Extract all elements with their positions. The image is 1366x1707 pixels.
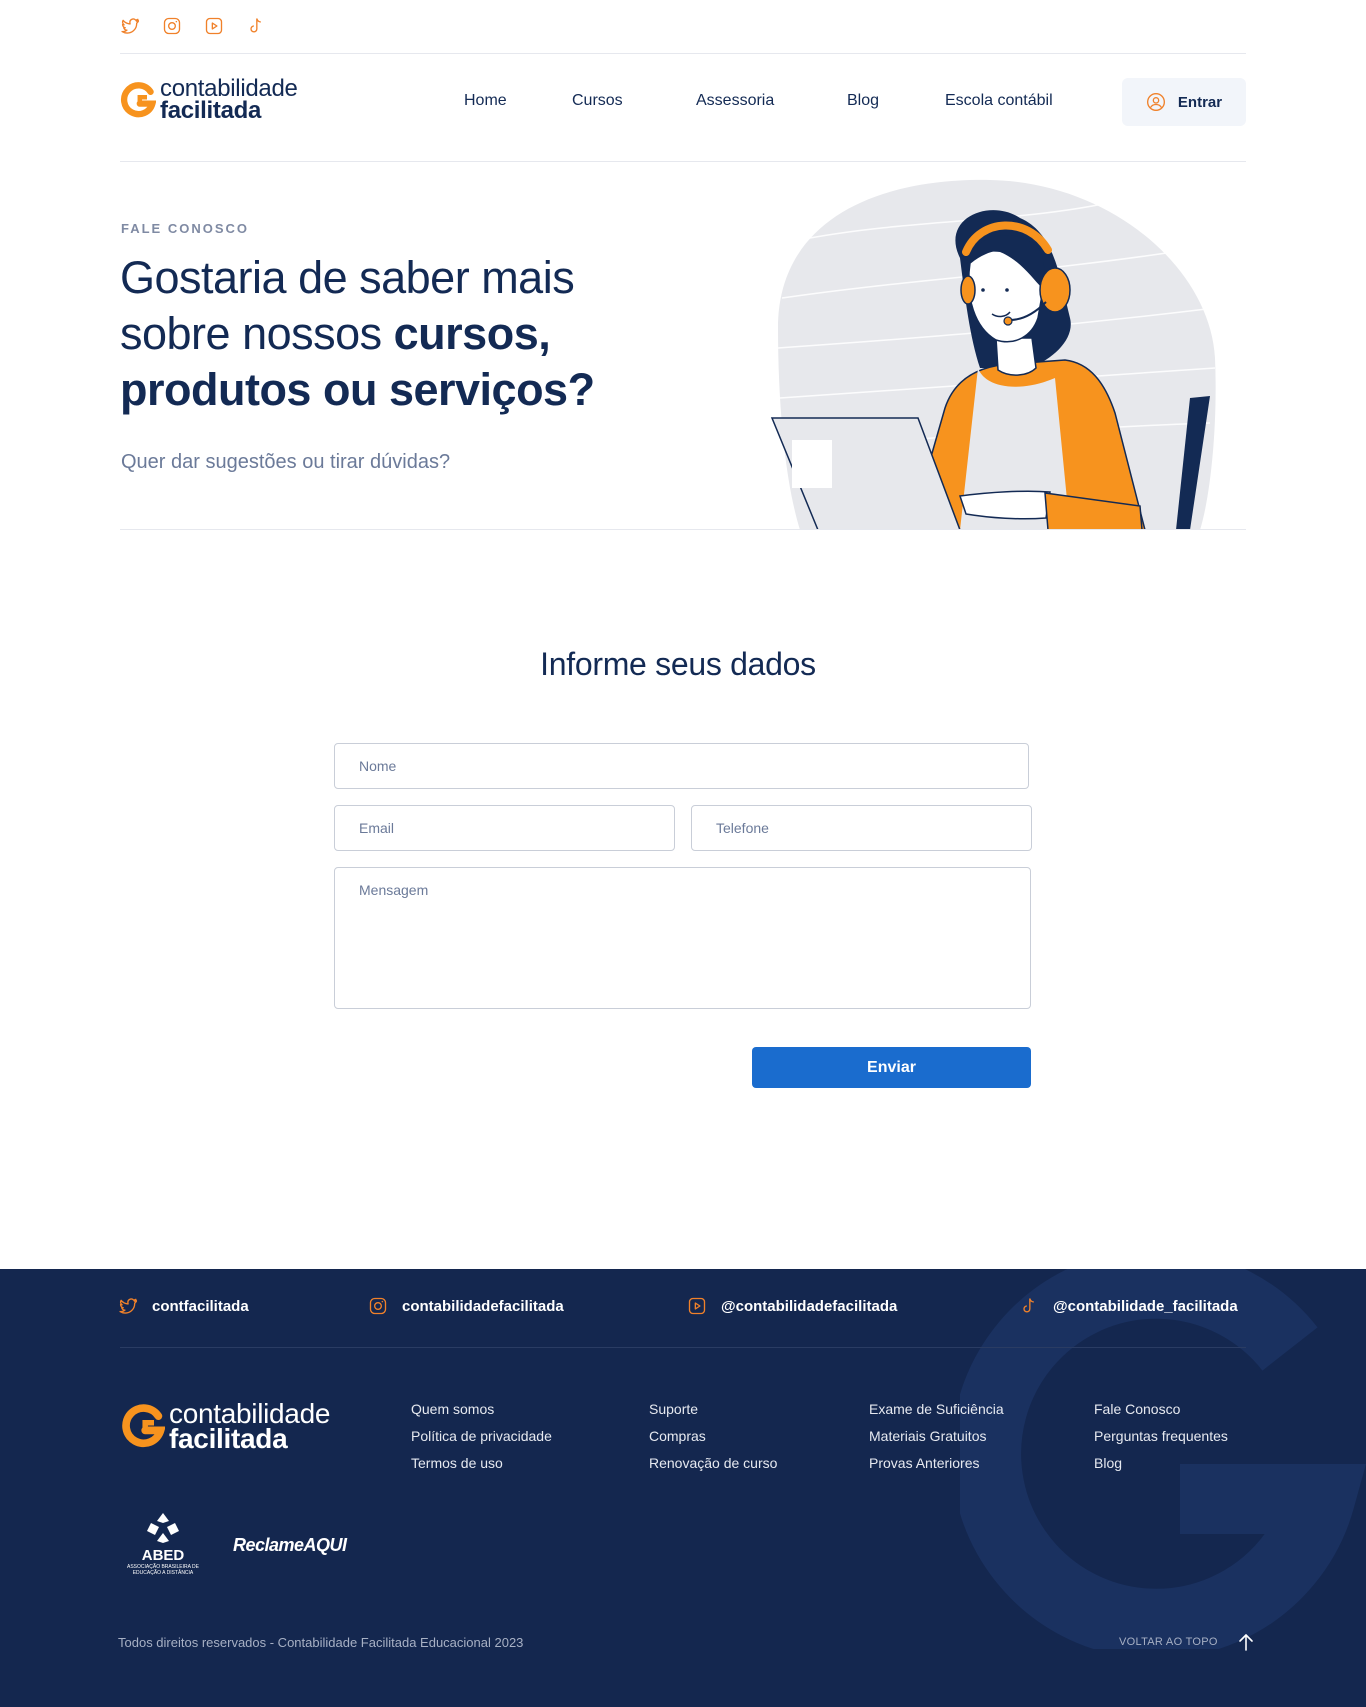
footer-column-contact: Fale Conosco Perguntas frequentes Blog bbox=[1094, 1401, 1228, 1472]
abed-badge[interactable]: ABED ASSOCIAÇÃO BRASILEIRA DE EDUCAÇÃO A… bbox=[122, 1511, 204, 1576]
footer-social-youtube[interactable]: @contabilidadefacilitada bbox=[687, 1296, 897, 1316]
name-placeholder: Nome bbox=[359, 758, 397, 774]
hero-eyebrow: FALE CONOSCO bbox=[121, 221, 250, 236]
user-icon bbox=[1146, 93, 1165, 111]
footer-link[interactable]: Política de privacidade bbox=[411, 1428, 552, 1445]
footer-social-twitter[interactable]: contfacilitada bbox=[118, 1296, 249, 1316]
abed-description: ASSOCIAÇÃO BRASILEIRA DE EDUCAÇÃO A DIST… bbox=[127, 1564, 199, 1576]
arrow-up-icon bbox=[1238, 1634, 1253, 1651]
youtube-icon[interactable] bbox=[204, 16, 224, 36]
back-to-top-label: VOLTAR AO TOPO bbox=[1119, 1636, 1218, 1648]
abed-logo-icon bbox=[147, 1513, 179, 1543]
nav-blog[interactable]: Blog bbox=[847, 92, 879, 110]
footer-logo[interactable]: contabilidade facilitada bbox=[121, 1399, 330, 1455]
footer-column-resources: Exame de Suficiência Materiais Gratuitos… bbox=[869, 1401, 1004, 1472]
login-button[interactable]: Entrar bbox=[1122, 78, 1246, 126]
instagram-icon[interactable] bbox=[162, 16, 182, 36]
email-field[interactable]: Email bbox=[334, 805, 675, 851]
nav-cursos[interactable]: Cursos bbox=[572, 92, 623, 110]
header-divider bbox=[120, 161, 1246, 162]
twitter-icon[interactable] bbox=[120, 16, 140, 36]
footer-social-handle: contfacilitada bbox=[152, 1297, 249, 1315]
footer-link[interactable]: Compras bbox=[649, 1428, 777, 1445]
hero-divider bbox=[120, 529, 1246, 530]
footer-logo-line2: facilitada bbox=[169, 1423, 288, 1455]
message-field[interactable]: Mensagem bbox=[334, 867, 1031, 1009]
footer-link[interactable]: Materiais Gratuitos bbox=[869, 1428, 1004, 1445]
site-footer: contfacilitada contabilidadefacilitada @… bbox=[0, 1269, 1366, 1707]
footer-link[interactable]: Quem somos bbox=[411, 1401, 552, 1418]
footer-link[interactable]: Provas Anteriores bbox=[869, 1455, 1004, 1472]
phone-placeholder: Telefone bbox=[716, 820, 769, 836]
footer-link[interactable]: Termos de uso bbox=[411, 1455, 552, 1472]
logo-mark-icon bbox=[122, 1404, 165, 1448]
logo-mark-icon bbox=[120, 81, 156, 117]
login-label: Entrar bbox=[1177, 93, 1223, 111]
form-title: Informe seus dados bbox=[540, 646, 816, 682]
hero-title-highlight1: cursos, bbox=[393, 308, 551, 359]
footer-link[interactable]: Exame de Suficiência bbox=[869, 1401, 1004, 1418]
footer-link[interactable]: Renovação de curso bbox=[649, 1455, 777, 1472]
nav-home[interactable]: Home bbox=[464, 92, 507, 110]
copyright-text: Todos direitos reservados - Contabilidad… bbox=[118, 1635, 524, 1650]
support-agent-illustration bbox=[770, 178, 1220, 530]
abed-name: ABED bbox=[141, 1547, 185, 1564]
footer-social-instagram[interactable]: contabilidadefacilitada bbox=[368, 1296, 564, 1316]
email-placeholder: Email bbox=[359, 820, 395, 836]
footer-social-handle: @contabilidadefacilitada bbox=[721, 1297, 898, 1315]
hero-title-line1: Gostaria de saber mais bbox=[120, 252, 575, 303]
twitter-icon bbox=[119, 1298, 137, 1314]
footer-divider bbox=[120, 1347, 1246, 1348]
hero-subtitle: Quer dar sugestões ou tirar dúvidas? bbox=[121, 451, 451, 473]
footer-link[interactable]: Perguntas frequentes bbox=[1094, 1428, 1228, 1445]
hero-title-line2: sobre nossos bbox=[120, 308, 394, 359]
instagram-icon bbox=[369, 1297, 387, 1315]
site-logo[interactable]: contabilidade facilitada bbox=[120, 77, 298, 124]
footer-social-handle: contabilidadefacilitada bbox=[402, 1297, 564, 1315]
footer-social-tiktok[interactable]: @contabilidade_facilitada bbox=[1019, 1296, 1238, 1316]
reclame-aqui-badge[interactable]: ReclameAQUI bbox=[233, 1535, 347, 1556]
nav-escola-contabil[interactable]: Escola contábil bbox=[945, 92, 1053, 110]
tiktok-icon[interactable] bbox=[246, 16, 266, 36]
message-placeholder: Mensagem bbox=[359, 882, 429, 898]
top-divider bbox=[120, 53, 1246, 54]
top-social-links bbox=[120, 16, 266, 36]
phone-field[interactable]: Telefone bbox=[691, 805, 1032, 851]
hero-title: Gostaria de saber mais sobre nossos curs… bbox=[120, 250, 680, 418]
footer-link[interactable]: Blog bbox=[1094, 1455, 1228, 1472]
tiktok-icon bbox=[1023, 1298, 1034, 1313]
hero-title-highlight2: produtos ou serviços? bbox=[120, 364, 595, 415]
footer-column-support: Suporte Compras Renovação de curso bbox=[649, 1401, 777, 1472]
footer-link[interactable]: Fale Conosco bbox=[1094, 1401, 1228, 1418]
name-field[interactable]: Nome bbox=[334, 743, 1029, 789]
back-to-top-button[interactable]: VOLTAR AO TOPO bbox=[1119, 1633, 1254, 1651]
logo-line2: facilitada bbox=[160, 96, 262, 124]
nav-assessoria[interactable]: Assessoria bbox=[696, 92, 774, 110]
submit-button[interactable]: Enviar bbox=[752, 1047, 1031, 1088]
footer-social-handle: @contabilidade_facilitada bbox=[1053, 1297, 1238, 1315]
youtube-icon bbox=[688, 1297, 706, 1315]
footer-column-institutional: Quem somos Política de privacidade Termo… bbox=[411, 1401, 552, 1472]
footer-link[interactable]: Suporte bbox=[649, 1401, 777, 1418]
